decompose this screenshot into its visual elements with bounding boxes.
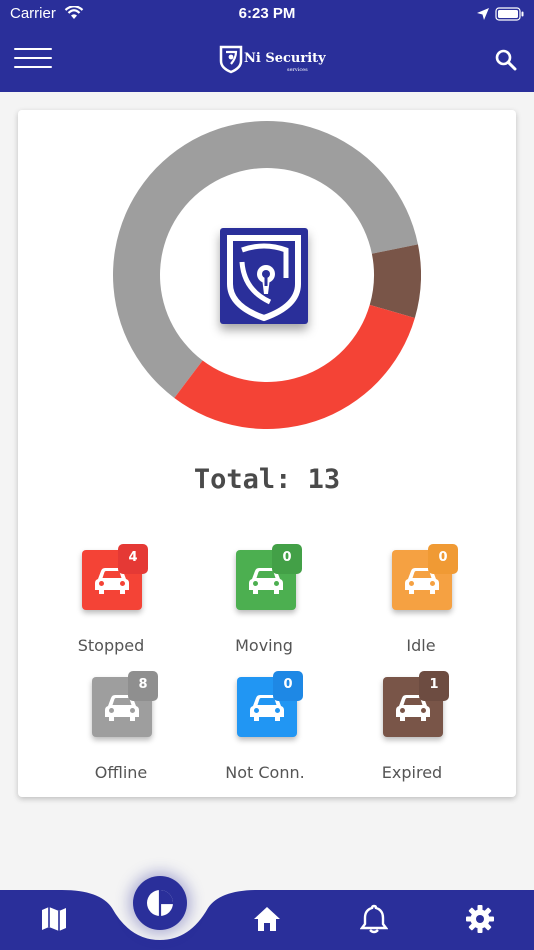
battery-icon [495,7,524,21]
status-count-badge: 0 [428,544,458,574]
hamburger-menu-icon[interactable] [14,48,52,75]
total-vehicles-label: Total: 13 [193,464,341,495]
status-count-badge: 8 [128,671,158,701]
shield-logo-icon [219,45,243,74]
map-icon[interactable] [40,905,68,933]
status-label: Idle [406,636,436,655]
center-brand-logo [220,228,308,324]
status-item-moving[interactable]: 0 Moving [199,544,329,664]
brand-name: Ni Security [244,51,326,66]
shield-lock-icon [227,235,301,322]
status-item-stopped[interactable]: 4 Stopped [46,544,176,664]
location-arrow-icon [477,8,489,20]
status-label: Not Conn. [225,763,305,782]
dashboard-card: Total: 13 4 Stopped 0 Moving 0 Idle 8 Offline 0 N… [18,110,516,797]
status-time: 6:23 PM [238,5,296,22]
brand-logo: Ni Security services [218,44,326,76]
status-bar: Carrier 6:23 PM [0,0,534,28]
status-item-offline[interactable]: 8 Offline [56,671,186,791]
search-icon[interactable] [494,48,518,72]
status-count-badge: 4 [118,544,148,574]
dashboard-icon [147,890,173,916]
status-count-badge: 1 [419,671,449,701]
bell-icon[interactable] [360,904,388,934]
dashboard-fab-button[interactable] [133,876,187,930]
home-icon[interactable] [252,905,282,933]
status-label: Moving [235,636,293,655]
status-count-badge: 0 [272,544,302,574]
gear-icon[interactable] [465,904,495,934]
status-label: Stopped [77,636,145,655]
brand-subtitle: services [287,67,308,73]
status-label: Expired [381,763,443,782]
status-count-badge: 0 [273,671,303,701]
status-item-idle[interactable]: 0 Idle [356,544,486,664]
status-item-not-connected[interactable]: 0 Not Conn. [200,671,330,791]
status-item-expired[interactable]: 1 Expired [347,671,477,791]
status-label: Offline [94,763,148,782]
donut-segment-expired [369,244,421,319]
app-bar: Ni Security services [0,28,534,92]
